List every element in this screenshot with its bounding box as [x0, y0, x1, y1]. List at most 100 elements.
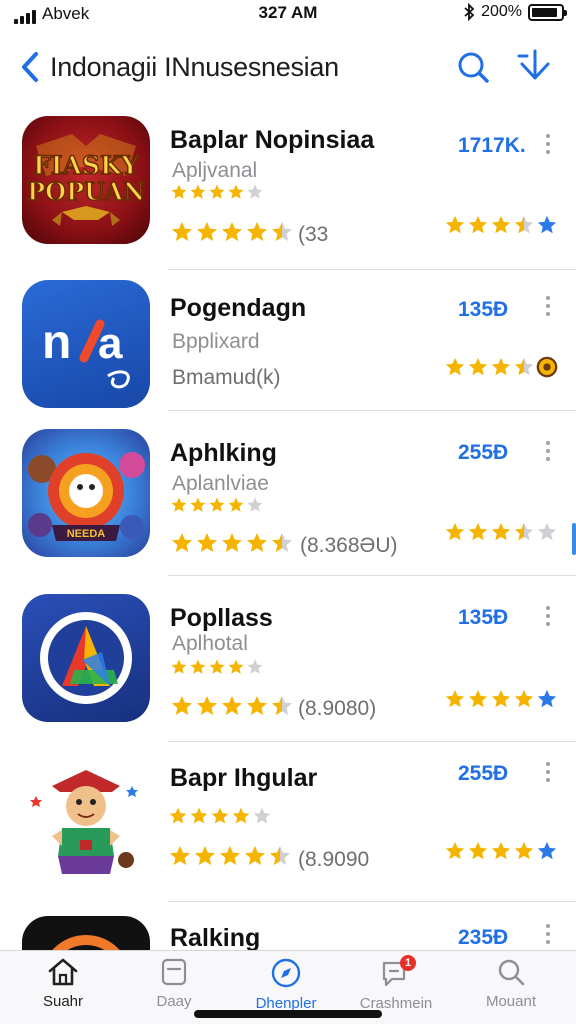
- star-icon: [445, 357, 465, 376]
- price-label[interactable]: 135Ð: [458, 606, 508, 630]
- star-icon: [491, 357, 511, 376]
- download-icon[interactable]: [516, 48, 554, 86]
- star-icon: [468, 841, 488, 860]
- more-icon[interactable]: [544, 762, 552, 782]
- app-logo-text-bottom: POPUAN: [27, 177, 145, 206]
- star-icon: [228, 497, 244, 512]
- star-icon: [514, 522, 534, 541]
- rating-stars: [168, 844, 292, 868]
- star-icon: [172, 222, 192, 241]
- app-logo-letter-a: a: [98, 319, 123, 368]
- app-name: Baplar Nopinsiaa: [170, 126, 375, 154]
- rating-count: (8.368ƏU): [300, 534, 398, 557]
- app-name: Pogendagn: [170, 294, 307, 322]
- price-label[interactable]: 135Ð: [458, 298, 508, 322]
- tab-label: Daay: [156, 993, 192, 1010]
- list-item[interactable]: FIASKY POPUAN Baplar Nopinsiaa Apljvanal…: [0, 104, 576, 270]
- star-icon: [445, 841, 465, 860]
- navigation-bar: Indonagii INnusesnesian: [0, 40, 576, 96]
- list-item[interactable]: Bapr Ihgular (8.9090 255Ð: [0, 634, 576, 902]
- star-icon: [222, 222, 242, 241]
- app-subtitle: Aplanlviae: [172, 472, 269, 495]
- star-icon: [220, 846, 240, 865]
- tab-messages[interactable]: 1 Crashmein: [346, 955, 446, 1012]
- star-icon: [491, 522, 511, 541]
- chevron-left-icon[interactable]: [16, 50, 44, 84]
- app-logo: FIASKY POPUAN: [26, 134, 146, 226]
- star-icon: [445, 522, 465, 541]
- blue-star-icon: [537, 841, 557, 860]
- search-icon[interactable]: [456, 50, 490, 84]
- notification-badge: 1: [400, 955, 416, 971]
- list-item[interactable]: n a Pogendagn Bpplixard Bmamud(k) 135Ð: [0, 270, 576, 411]
- tab-discover[interactable]: Dhenpler: [236, 957, 336, 1012]
- more-icon[interactable]: [544, 134, 552, 154]
- star-icon: [170, 846, 190, 865]
- rating-stars: [170, 531, 294, 555]
- tab-label: Mouant: [485, 993, 537, 1010]
- star-icon: [468, 215, 488, 234]
- side-rating-stars: [444, 356, 558, 378]
- more-icon[interactable]: [544, 924, 552, 944]
- rating-count: Bmamud(k): [172, 366, 281, 389]
- app-list[interactable]: FIASKY POPUAN Baplar Nopinsiaa Apljvanal…: [0, 104, 576, 950]
- star-icon: [171, 497, 187, 512]
- star-icon: [253, 807, 271, 824]
- app-icon: NEEDA: [22, 429, 150, 557]
- app-name: Ralking: [170, 924, 261, 950]
- list-item[interactable]: NEEDA Aphlking Aplanlviae (8.368ƏU) 255Ð: [0, 411, 576, 576]
- tab-search[interactable]: Mouant: [461, 957, 561, 1010]
- bluetooth-icon: [464, 3, 475, 21]
- scroll-indicator[interactable]: [572, 523, 576, 555]
- star-icon: [195, 846, 215, 865]
- app-name: Popllass: [170, 604, 273, 632]
- side-rating-stars: [444, 840, 558, 862]
- blue-star-icon: [537, 215, 557, 234]
- star-icon: [272, 533, 292, 552]
- star-icon: [270, 846, 290, 865]
- star-icon: [190, 497, 206, 512]
- rating-stars-small: [170, 183, 264, 201]
- search-icon: [498, 959, 525, 986]
- star-icon: [514, 215, 534, 234]
- side-rating-stars: [444, 214, 558, 236]
- star-icon: [491, 841, 511, 860]
- home-icon: [48, 958, 78, 986]
- star-icon: [169, 807, 187, 824]
- price-label[interactable]: 255Ð: [458, 441, 508, 465]
- star-icon: [514, 841, 534, 860]
- tab-today[interactable]: Daay: [124, 957, 224, 1010]
- rating-stars-small: [168, 806, 272, 826]
- home-indicator[interactable]: [194, 1010, 382, 1018]
- star-icon: [171, 184, 187, 199]
- more-icon[interactable]: [544, 296, 552, 316]
- tab-home[interactable]: Suahr: [13, 957, 113, 1010]
- star-icon: [247, 222, 267, 241]
- app-logo: [30, 770, 138, 874]
- app-icon: [22, 916, 150, 950]
- more-icon[interactable]: [544, 606, 552, 626]
- app-icon: [22, 756, 150, 884]
- star-icon: [209, 184, 225, 199]
- app-logo: n a: [42, 316, 130, 389]
- star-icon: [197, 222, 217, 241]
- star-icon: [209, 497, 225, 512]
- more-icon[interactable]: [544, 441, 552, 461]
- price-label[interactable]: 235Ð: [458, 926, 508, 950]
- price-label[interactable]: 255Ð: [458, 762, 508, 786]
- rating-stars-small: [170, 496, 264, 514]
- list-item[interactable]: Ralking 235Ð: [0, 902, 576, 950]
- battery-icon: [528, 3, 567, 21]
- star-icon: [172, 533, 192, 552]
- star-icon: [245, 846, 265, 865]
- app-logo: [52, 935, 120, 950]
- status-bar: Abvek 327 AM 200%: [0, 0, 576, 28]
- star-icon: [272, 222, 292, 241]
- app-name: Bapr Ihgular: [170, 764, 318, 792]
- star-icon: [247, 533, 267, 552]
- app-logo: NEEDA: [28, 452, 145, 541]
- app-icon: n a: [22, 280, 150, 408]
- rating-count: (33: [298, 223, 329, 246]
- price-label[interactable]: 1717K.: [458, 134, 526, 158]
- app-subtitle: Bpplixard: [172, 330, 260, 353]
